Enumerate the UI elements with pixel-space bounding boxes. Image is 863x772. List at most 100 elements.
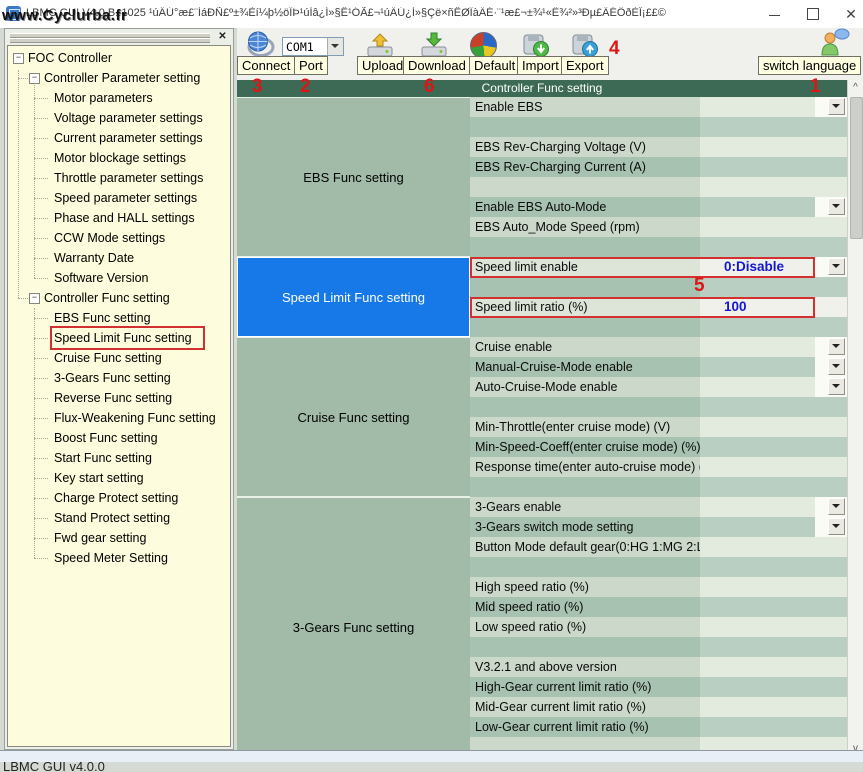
port-dropdown-icon[interactable]	[327, 38, 343, 55]
tree-item-charge-protect-setting[interactable]: Charge Protect setting	[54, 488, 178, 508]
param-value-cell[interactable]	[700, 677, 847, 697]
port-button[interactable]: Port	[294, 56, 328, 75]
grid-row-cruise-enable: Cruise enable	[470, 337, 847, 357]
export-icon[interactable]	[571, 32, 599, 58]
param-value-cell[interactable]	[700, 657, 847, 677]
param-value-cell[interactable]	[700, 577, 847, 597]
default-icon[interactable]	[470, 32, 497, 59]
param-value-cell[interactable]	[700, 557, 847, 577]
tree-item-boost-func-setting[interactable]: Boost Func setting	[54, 428, 158, 448]
import-icon[interactable]	[522, 32, 550, 58]
tree-item-software-version[interactable]: Software Version	[54, 268, 149, 288]
param-value-cell[interactable]	[700, 697, 847, 717]
param-value-cell[interactable]	[700, 477, 847, 497]
param-value-cell[interactable]	[700, 717, 847, 737]
param-value-cell[interactable]	[700, 597, 847, 617]
tree-item-fwd-gear-setting[interactable]: Fwd gear setting	[54, 528, 146, 548]
maximize-button[interactable]	[796, 0, 830, 28]
param-value-cell[interactable]	[700, 237, 847, 257]
dropdown-arrow-icon[interactable]	[828, 518, 845, 535]
param-value-cell[interactable]	[700, 457, 847, 477]
grid-row-v3-2-1-and-above-version: V3.2.1 and above version	[470, 657, 847, 677]
panel-grip[interactable]	[10, 33, 210, 37]
param-value-cell[interactable]	[700, 177, 847, 197]
tree-panel-close-icon[interactable]: ✕	[216, 30, 229, 43]
dropdown-arrow-icon[interactable]	[828, 498, 845, 515]
vertical-scrollbar[interactable]: ^ v	[847, 80, 863, 757]
app-window: LBMC GUI V4.0 B..1025 ¹úÄÚ°æ£¨ÌáÐÑ£º±¾Èí…	[0, 0, 863, 772]
import-button[interactable]: Import	[517, 56, 564, 75]
scroll-up-icon[interactable]: ^	[848, 80, 863, 96]
param-value-cell[interactable]	[700, 537, 847, 557]
tree-item-flux-weakening-func-setting[interactable]: Flux-Weakening Func setting	[54, 408, 216, 428]
section-3-gears-func-setting[interactable]: 3-Gears Func setting	[237, 497, 470, 757]
tree-item-ccw-mode-settings[interactable]: CCW Mode settings	[54, 228, 165, 248]
tree-item-start-func-setting[interactable]: Start Func setting	[54, 448, 152, 468]
panel-grip[interactable]	[10, 38, 210, 42]
param-value-cell[interactable]	[700, 157, 847, 177]
tree-collapse-icon[interactable]: −	[29, 73, 40, 84]
annotation-5: 5	[694, 276, 705, 295]
param-value-cell[interactable]	[700, 397, 847, 417]
annotation-6: 6	[424, 77, 435, 96]
section-cruise-func-setting[interactable]: Cruise Func setting	[237, 337, 470, 497]
download-button[interactable]: Download	[403, 56, 471, 75]
dropdown-arrow-icon[interactable]	[828, 338, 845, 355]
tree-item-throttle-parameter-settings[interactable]: Throttle parameter settings	[54, 168, 203, 188]
param-value-cell[interactable]	[700, 277, 847, 297]
tree-collapse-icon[interactable]: −	[13, 53, 24, 64]
param-value-cell[interactable]	[700, 217, 847, 237]
annotation-1: 1	[810, 77, 821, 96]
tree-collapse-icon[interactable]: −	[29, 293, 40, 304]
grid-row-spacer	[470, 317, 847, 337]
dropdown-arrow-icon[interactable]	[828, 358, 845, 375]
tree-item-motor-parameters[interactable]: Motor parameters	[54, 88, 153, 108]
tree-item-speed-parameter-settings[interactable]: Speed parameter settings	[54, 188, 197, 208]
port-select[interactable]: COM1	[282, 37, 344, 56]
export-button[interactable]: Export	[561, 56, 609, 75]
tree-item-ebs-func-setting[interactable]: EBS Func setting	[54, 308, 151, 328]
tree-item-key-start-setting[interactable]: Key start setting	[54, 468, 144, 488]
scrollbar-thumb[interactable]	[850, 97, 863, 239]
switch-language-button[interactable]: switch language	[758, 56, 861, 75]
tree-item-motor-blockage-settings[interactable]: Motor blockage settings	[54, 148, 186, 168]
tree-item-speed-meter-setting[interactable]: Speed Meter Setting	[54, 548, 168, 568]
dropdown-arrow-icon[interactable]	[828, 258, 845, 275]
section-ebs-func-setting[interactable]: EBS Func setting	[237, 97, 470, 257]
param-value-cell[interactable]	[700, 437, 847, 457]
tree-item-foc-controller[interactable]: FOC Controller	[28, 48, 112, 68]
tree-item-controller-func-setting[interactable]: Controller Func setting	[44, 288, 170, 308]
close-button[interactable]: ✕	[834, 0, 863, 28]
tree-item-cruise-func-setting[interactable]: Cruise Func setting	[54, 348, 162, 368]
download-icon[interactable]	[419, 32, 449, 58]
grid-row-button-mode-default-gear-0-hg-1-mg-2-lg: Button Mode default gear(0:HG 1:MG 2:LG)	[470, 537, 847, 557]
minimize-button[interactable]	[758, 0, 792, 28]
section-speed-limit-func-setting[interactable]: Speed Limit Func setting	[237, 257, 470, 337]
dropdown-arrow-icon[interactable]	[828, 98, 845, 115]
grid-rows: Enable EBSEBS Rev-Charging Voltage (V)EB…	[237, 80, 847, 757]
connect-icon[interactable]	[245, 30, 275, 58]
connect-button[interactable]: Connect	[237, 56, 295, 75]
default-button[interactable]: Default	[469, 56, 520, 75]
upload-button[interactable]: Upload	[357, 56, 408, 75]
tree-item-voltage-parameter-settings[interactable]: Voltage parameter settings	[54, 108, 203, 128]
param-value-cell[interactable]	[700, 317, 847, 337]
dropdown-arrow-icon[interactable]	[828, 378, 845, 395]
grid-row-spacer	[470, 397, 847, 417]
param-value-cell[interactable]	[700, 117, 847, 137]
switch-language-icon[interactable]	[818, 28, 850, 56]
param-value-cell[interactable]	[700, 617, 847, 637]
param-value-cell[interactable]	[700, 137, 847, 157]
tree-item-3-gears-func-setting[interactable]: 3-Gears Func setting	[54, 368, 171, 388]
tree-item-current-parameter-settings[interactable]: Current parameter settings	[54, 128, 203, 148]
tree-item-phase-and-hall-settings[interactable]: Phase and HALL settings	[54, 208, 195, 228]
tree-item-reverse-func-setting[interactable]: Reverse Func setting	[54, 388, 172, 408]
horizontal-scrollbar[interactable]	[0, 750, 863, 762]
param-value-cell[interactable]	[700, 637, 847, 657]
upload-icon[interactable]	[365, 32, 395, 58]
tree-item-controller-parameter-setting[interactable]: Controller Parameter setting	[44, 68, 200, 88]
param-value-cell[interactable]	[700, 417, 847, 437]
tree-item-warranty-date[interactable]: Warranty Date	[54, 248, 134, 268]
tree-item-stand-protect-setting[interactable]: Stand Protect setting	[54, 508, 170, 528]
dropdown-arrow-icon[interactable]	[828, 198, 845, 215]
